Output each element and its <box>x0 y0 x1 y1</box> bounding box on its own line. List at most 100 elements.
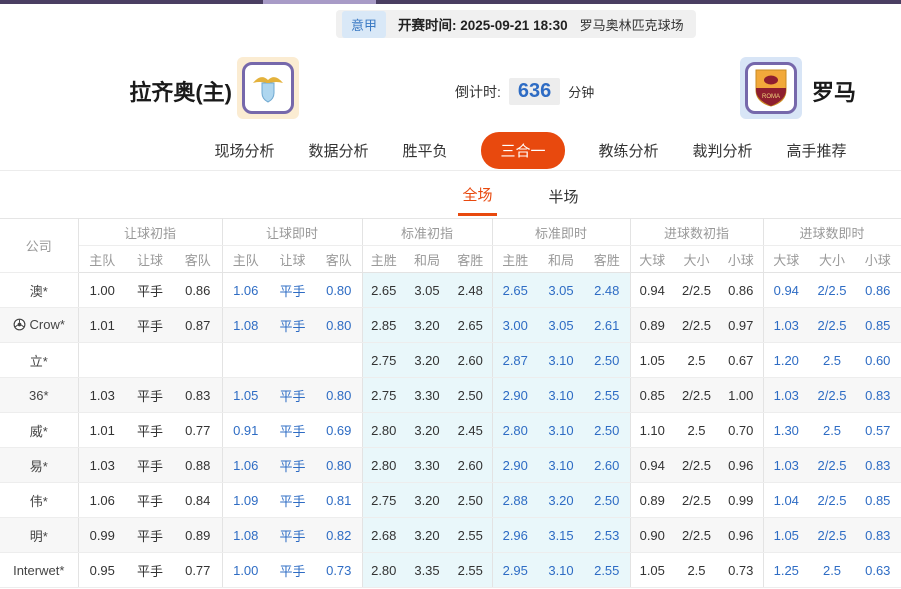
odds-cell: 0.95 <box>78 553 126 588</box>
nav-tab-data-analysis[interactable]: 数据分析 <box>308 140 368 161</box>
odds-cell: 0.85 <box>855 483 901 518</box>
company-cell[interactable]: 36* <box>0 378 78 413</box>
home-team-badge <box>237 57 299 119</box>
odds-cell <box>316 343 362 378</box>
odds-cell: 3.30 <box>405 448 449 483</box>
subcol-header: 让球 <box>269 246 316 273</box>
odds-cell: 0.91 <box>222 413 269 448</box>
countdown-unit: 分钟 <box>568 82 594 101</box>
odds-cell: 2/2.5 <box>674 448 719 483</box>
odds-cell: 平手 <box>269 378 316 413</box>
odds-cell: 1.00 <box>222 553 269 588</box>
odds-cell: 2.5 <box>809 413 855 448</box>
company-cell[interactable]: 伟* <box>0 483 78 518</box>
odds-cell: 1.00 <box>78 273 126 308</box>
company-cell[interactable]: 澳* <box>0 273 78 308</box>
match-meta-bar: 意甲 开赛时间: 2025-09-21 18:30 罗马奥林匹克球场 <box>336 10 696 38</box>
odds-cell: 2.68 <box>362 518 405 553</box>
odds-cell: 0.97 <box>719 308 763 343</box>
odds-cell: 2.61 <box>584 308 630 343</box>
odds-cell: 平手 <box>269 413 316 448</box>
odds-row-伟: 伟*1.06平手0.841.09平手0.812.753.202.502.883.… <box>0 483 901 518</box>
odds-cell: 平手 <box>126 273 174 308</box>
subtab-full-time[interactable]: 全场 <box>458 174 496 216</box>
odds-cell: 1.05 <box>630 553 674 588</box>
odds-cell: 平手 <box>269 518 316 553</box>
odds-cell: 2.53 <box>584 518 630 553</box>
odds-cell: 2.50 <box>584 483 630 518</box>
odds-cell: 平手 <box>126 308 174 343</box>
subcol-header: 主队 <box>222 246 269 273</box>
subtab-half-time[interactable]: 半场 <box>545 176 583 215</box>
odds-cell: 平手 <box>269 308 316 343</box>
nav-tab-three-in-one[interactable]: 三合一 <box>481 132 564 169</box>
odds-cell: 1.20 <box>763 343 809 378</box>
odds-cell: 0.67 <box>719 343 763 378</box>
odds-cell: 1.08 <box>222 308 269 343</box>
odds-cell: 2.65 <box>449 308 492 343</box>
company-cell[interactable]: 威* <box>0 413 78 448</box>
odds-cell: 0.94 <box>763 273 809 308</box>
odds-cell: 2.60 <box>449 448 492 483</box>
odds-cell: 0.94 <box>630 273 674 308</box>
odds-cell: 2/2.5 <box>809 273 855 308</box>
nav-tab-expert-picks[interactable]: 高手推荐 <box>787 140 847 161</box>
odds-cell: 2.80 <box>362 413 405 448</box>
company-cell[interactable]: Interwet* <box>0 553 78 588</box>
top-progress-segment <box>263 0 376 4</box>
odds-cell: 3.10 <box>538 378 584 413</box>
company-cell[interactable]: 立* <box>0 343 78 378</box>
odds-cell: 2.90 <box>492 448 538 483</box>
nav-tab-coach-analysis[interactable]: 教练分析 <box>599 140 659 161</box>
subcol-header: 主胜 <box>492 246 538 273</box>
odds-cell: 1.25 <box>763 553 809 588</box>
odds-cell: 平手 <box>269 483 316 518</box>
odds-cell: 2.87 <box>492 343 538 378</box>
odds-cell: 3.20 <box>405 308 449 343</box>
odds-cell: 3.15 <box>538 518 584 553</box>
odds-row-易: 易*1.03平手0.881.06平手0.802.803.302.602.903.… <box>0 448 901 483</box>
odds-cell: 2.80 <box>362 448 405 483</box>
odds-cell: 1.03 <box>78 378 126 413</box>
period-subtabs: 全场 半场 <box>0 172 901 218</box>
nav-tab-live-analysis[interactable]: 现场分析 <box>214 140 274 161</box>
odds-cell: 0.84 <box>174 483 222 518</box>
odds-cell: 2.50 <box>449 483 492 518</box>
odds-cell: 2.55 <box>584 553 630 588</box>
away-team-name: 罗马 <box>812 75 856 107</box>
odds-cell: 2/2.5 <box>674 273 719 308</box>
subcol-header: 客胜 <box>584 246 630 273</box>
odds-cell: 平手 <box>126 378 174 413</box>
odds-cell: 2.50 <box>449 378 492 413</box>
odds-cell: 0.99 <box>78 518 126 553</box>
odds-cell: 3.30 <box>405 378 449 413</box>
company-cell[interactable]: Crow* <box>0 308 78 343</box>
odds-cell: 平手 <box>126 448 174 483</box>
odds-cell: 0.57 <box>855 413 901 448</box>
nav-tab-win-draw-lose[interactable]: 胜平负 <box>402 140 447 161</box>
odds-cell: 2.50 <box>584 413 630 448</box>
league-tag[interactable]: 意甲 <box>342 11 386 38</box>
venue-name: 罗马奥林匹克球场 <box>580 15 684 34</box>
company-cell[interactable]: 易* <box>0 448 78 483</box>
nav-tab-referee-analysis[interactable]: 裁判分析 <box>693 140 753 161</box>
odds-cell: 3.10 <box>538 343 584 378</box>
odds-cell: 3.10 <box>538 553 584 588</box>
odds-cell: 0.80 <box>316 273 362 308</box>
subcol-header: 大球 <box>630 246 674 273</box>
company-cell[interactable]: 明* <box>0 518 78 553</box>
odds-cell: 2.55 <box>449 518 492 553</box>
odds-cell: 2.88 <box>492 483 538 518</box>
group-header-3: 标准即时 <box>492 219 630 246</box>
subcol-header: 客队 <box>174 246 222 273</box>
odds-cell: 1.08 <box>222 518 269 553</box>
odds-cell: 0.69 <box>316 413 362 448</box>
odds-cell: 1.06 <box>222 448 269 483</box>
odds-cell <box>222 343 269 378</box>
odds-cell: 3.35 <box>405 553 449 588</box>
odds-cell: 0.77 <box>174 553 222 588</box>
odds-cell: 2.80 <box>492 413 538 448</box>
odds-row-Crow: Crow*1.01平手0.871.08平手0.802.853.202.653.0… <box>0 308 901 343</box>
odds-cell: 1.06 <box>78 483 126 518</box>
odds-row-澳: 澳*1.00平手0.861.06平手0.802.653.052.482.653.… <box>0 273 901 308</box>
